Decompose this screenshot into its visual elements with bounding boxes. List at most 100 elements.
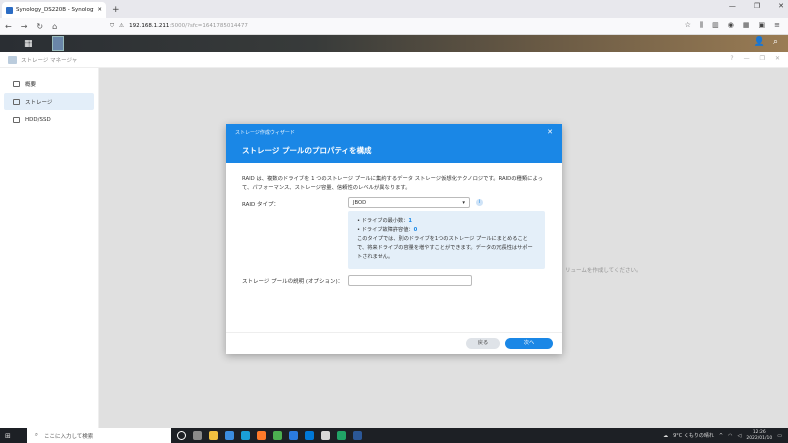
synology-favicon-icon: [6, 6, 13, 14]
tab-close-icon[interactable]: ✕: [97, 7, 102, 13]
app-minimize-icon[interactable]: —: [744, 55, 750, 62]
menu-icon[interactable]: ≡: [774, 21, 780, 30]
windows-start-icon[interactable]: ⊞: [5, 432, 11, 440]
app-close-icon[interactable]: ✕: [775, 55, 780, 62]
dsm-right-icons: 👤 ⌕: [754, 37, 778, 47]
pool-description-input[interactable]: [348, 275, 472, 286]
sidebar-item-storage[interactable]: ストレージ: [4, 93, 94, 110]
taskbar-app-icon[interactable]: [192, 431, 202, 440]
taskbar-app-icon[interactable]: [208, 431, 218, 440]
sidebar-item-label: HDD/SSD: [25, 116, 51, 123]
fault-tolerance-value: 0: [413, 227, 418, 233]
app-maximize-icon[interactable]: ❐: [760, 55, 765, 62]
weather-text: 9°C くもりの晴れ: [673, 433, 714, 439]
bookmark-star-icon[interactable]: ☆: [685, 21, 691, 30]
raid-info-text: このタイプでは、別のドライブを1つのストレージ プールにまとめることで、将来ドラ…: [357, 236, 533, 260]
taskbar-app-icon[interactable]: [176, 431, 186, 440]
weather-icon: ☁: [663, 432, 669, 439]
next-button[interactable]: 次へ: [505, 338, 553, 349]
grid-extension-icon[interactable]: ▦: [743, 21, 750, 30]
addon-icon[interactable]: ▣: [759, 21, 766, 30]
system-tray: ☁ 9°C くもりの晴れ ^ ◠ ◁ 12:26 2022/01/10 ▭: [663, 428, 782, 443]
window-controls: — ❐ ✕: [729, 2, 784, 10]
taskbar-app-icon[interactable]: [336, 431, 346, 440]
dialog-close-icon[interactable]: ✕: [547, 128, 553, 136]
sidebar: 概要 ストレージ HDD/SSD: [0, 68, 99, 428]
browser-tab[interactable]: Synology_DS220B - Synology ✕: [2, 2, 106, 18]
clock-date: 2022/01/10: [746, 435, 773, 441]
sidebar-item-label: 概要: [25, 81, 37, 88]
storage-manager-app-icon[interactable]: [52, 36, 64, 51]
taskbar-app-icon[interactable]: [240, 431, 250, 440]
toolbar-extensions: ☆ ⫼ ▥ ◉ ▦ ▣ ≡: [685, 21, 780, 30]
raid-type-label: RAID タイプ：: [242, 202, 279, 208]
taskbar-app-icon[interactable]: [320, 431, 330, 440]
lock-warning-icon: ⚠: [119, 23, 125, 29]
taskbar-app-icon[interactable]: [288, 431, 298, 440]
close-window-icon[interactable]: ✕: [778, 2, 784, 10]
raid-type-select[interactable]: JBOD ▾: [348, 197, 470, 208]
raid-description: RAID は、複数のドライブを 1 つのストレージ プールに集約するデータ スト…: [242, 176, 543, 191]
min-drives-value: 1: [408, 218, 413, 224]
app-title-bar: ストレージ マネージャ: [0, 52, 788, 68]
library-icon[interactable]: ⫼: [700, 21, 703, 30]
chevron-down-icon: ▾: [462, 199, 465, 206]
network-icon[interactable]: ◠: [728, 433, 732, 439]
reload-icon[interactable]: ↻: [36, 22, 43, 31]
taskbar-app-icon[interactable]: [224, 431, 234, 440]
dialog-footer-divider: [226, 332, 562, 333]
storage-manager-icon: [8, 55, 17, 64]
sidebar-item-label: ストレージ: [25, 99, 53, 106]
main-menu-icon[interactable]: ▦: [24, 39, 33, 49]
storage-icon: [13, 98, 20, 105]
shield-icon: ⛉: [110, 22, 115, 29]
tray-arrow-icon[interactable]: ^: [719, 433, 723, 439]
user-icon[interactable]: 👤: [754, 37, 765, 47]
url-host: 192.168.1.211: [129, 23, 170, 29]
minimize-icon[interactable]: —: [729, 2, 736, 10]
clock[interactable]: 12:26 2022/01/10: [746, 430, 772, 442]
wizard-label: ストレージ作成ウィザード: [235, 130, 295, 136]
volume-icon[interactable]: ◁: [737, 433, 741, 439]
taskbar-app-icon[interactable]: [352, 431, 362, 440]
forward-arrow-icon[interactable]: →: [21, 22, 28, 31]
dsm-taskbar: [0, 35, 788, 52]
hdd-icon: [13, 116, 20, 123]
app-window-controls: ? — ❐ ✕: [730, 55, 780, 62]
back-arrow-icon[interactable]: ←: [5, 22, 12, 31]
search-placeholder: ここに入力して検索: [43, 433, 94, 440]
taskbar-apps: [176, 431, 362, 440]
sidebar-item-overview[interactable]: 概要: [4, 75, 94, 92]
sidebar-icon[interactable]: ▥: [712, 21, 719, 30]
pool-description-label: ストレージ プールの説明 (オプション)：: [242, 279, 344, 285]
raid-info-box: • ドライブの最小数：1 • ドライブ故障許容値：0 このタイプでは、別のドライ…: [348, 211, 545, 269]
back-button[interactable]: 戻る: [466, 338, 500, 349]
taskbar-app-icon[interactable]: [256, 431, 266, 440]
taskbar-app-icon[interactable]: [272, 431, 282, 440]
address-bar[interactable]: ⛉ ⚠ 192.168.1.211 :5000/?sfc=16417850144…: [110, 20, 640, 32]
url-path: :5000/?sfc=1641785014477: [169, 23, 248, 29]
help-icon[interactable]: ?: [730, 55, 733, 62]
dialog-title: ストレージ プールのプロパティを構成: [242, 146, 372, 155]
windows-taskbar: ⊞ ⌕ ここに入力して検索 ☁ 9°C くもりの晴れ ^ ◠ ◁ 12:26 2…: [0, 428, 788, 443]
home-icon[interactable]: ⌂: [52, 22, 57, 31]
search-icon[interactable]: ⌕: [773, 37, 778, 47]
fault-tolerance-label: • ドライブ故障許容値：: [357, 227, 414, 233]
browser-tab-bar: Synology_DS220B - Synology ✕ +: [0, 0, 788, 18]
tab-title: Synology_DS220B - Synology: [16, 7, 95, 13]
dialog-header: ストレージ作成ウィザード ✕ ストレージ プールのプロパティを構成: [226, 124, 562, 163]
taskbar-app-icon[interactable]: [304, 431, 314, 440]
taskbar-search-box[interactable]: ⌕ ここに入力して検索: [26, 428, 171, 443]
extension-icon[interactable]: ◉: [728, 21, 734, 30]
browser-nav-bar: ← → ↻ ⌂ ⛉ ⚠ 192.168.1.211 :5000/?sfc=164…: [0, 18, 788, 35]
new-tab-icon[interactable]: +: [112, 2, 120, 18]
maximize-icon[interactable]: ❐: [754, 2, 760, 10]
storage-wizard-dialog: ストレージ作成ウィザード ✕ ストレージ プールのプロパティを構成 RAID は…: [226, 124, 562, 354]
raid-type-value: JBOD: [353, 199, 367, 206]
min-drives-label: • ドライブの最小数：: [357, 218, 409, 224]
sidebar-item-hdd-ssd[interactable]: HDD/SSD: [4, 111, 94, 128]
info-icon[interactable]: i: [476, 199, 483, 206]
app-title: ストレージ マネージャ: [21, 57, 78, 64]
notification-icon[interactable]: ▭: [777, 433, 782, 439]
overview-icon: [13, 80, 20, 87]
